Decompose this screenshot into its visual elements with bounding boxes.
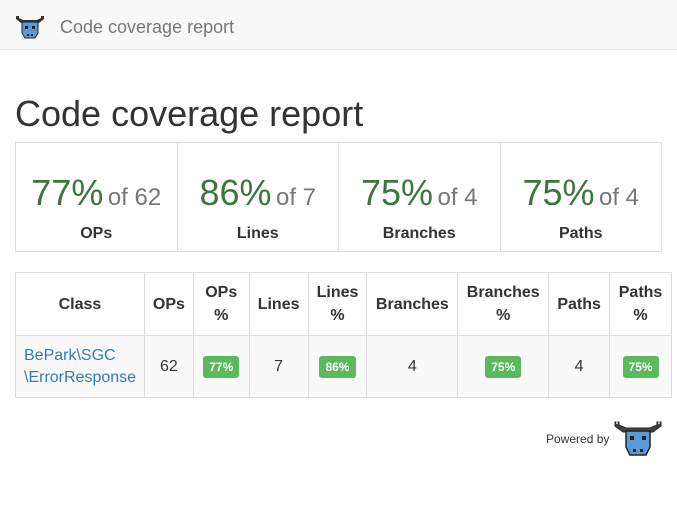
column-header-paths-percent: Paths % <box>609 272 672 336</box>
summary-card-lines: 86% of 7 Lines <box>178 143 339 251</box>
navbar: Code coverage report <box>0 0 677 50</box>
summary-label: OPs <box>80 225 113 242</box>
paths-cell: 4 <box>548 335 611 398</box>
class-link[interactable]: BePark\SGC \ErrorResponse <box>24 347 136 386</box>
column-header-lines: Lines <box>248 272 309 336</box>
summary-total: of 4 <box>437 184 478 211</box>
table-row: BePark\SGC \ErrorResponse 62 77% 7 86% 4… <box>15 335 672 398</box>
header-text: Branches <box>466 284 540 301</box>
summary-total: of 7 <box>275 184 317 211</box>
table-header-row: Class OPs OPs % Lines Lines % Branches B… <box>15 272 672 336</box>
coverage-table: Class OPs OPs % Lines Lines % Branches B… <box>15 272 672 398</box>
class-name-part: BePark\SGC <box>24 346 116 364</box>
summary-percent: 75% <box>522 172 595 213</box>
branches-percent-badge: 75% <box>485 355 522 378</box>
summary-label: Branches <box>382 225 456 242</box>
header-text: % <box>330 307 345 324</box>
column-header-lines-percent: Lines % <box>307 272 368 336</box>
branches-cell: 4 <box>366 335 459 398</box>
column-header-ops: OPs <box>143 272 194 336</box>
column-header-branches-percent: Branches % <box>457 272 550 336</box>
navbar-brand[interactable]: Code coverage report <box>60 17 234 37</box>
summary-label: Lines <box>236 225 279 242</box>
header-text: Paths <box>618 284 663 301</box>
ops-percent-cell: 77% <box>192 335 250 398</box>
summary-percent: 77% <box>31 172 104 213</box>
summary-total: of 4 <box>598 184 640 211</box>
bull-logo-icon[interactable] <box>613 418 663 460</box>
header-text: % <box>633 307 648 324</box>
summary-percent: 75% <box>360 172 434 213</box>
column-header-class: Class <box>15 272 145 336</box>
header-text: % <box>496 307 511 324</box>
ops-percent-badge: 77% <box>203 355 240 378</box>
summary-card-ops: 77% of 62 OPs <box>16 143 178 251</box>
ops-cell: 62 <box>143 335 194 398</box>
column-header-branches: Branches <box>366 272 459 336</box>
summary-card-branches: 75% of 4 Branches <box>339 143 501 251</box>
paths-percent-cell: 75% <box>609 335 672 398</box>
lines-percent-badge: 86% <box>319 355 356 378</box>
powered-by-text: Powered by <box>546 432 610 446</box>
summary-total: of 62 <box>107 184 162 211</box>
header-text: Lines <box>316 284 359 301</box>
header-text: OPs <box>205 284 238 301</box>
page-title: Code coverage report <box>15 93 364 134</box>
summary-label: Paths <box>558 225 603 242</box>
bull-logo-icon[interactable] <box>14 13 46 41</box>
branches-percent-cell: 75% <box>457 335 550 398</box>
summary-card-paths: 75% of 4 Paths <box>501 143 662 251</box>
column-header-paths: Paths <box>548 272 611 336</box>
lines-cell: 7 <box>248 335 309 398</box>
class-name-part: \ErrorResponse <box>24 368 137 386</box>
summary-percent: 86% <box>199 172 272 213</box>
lines-percent-cell: 86% <box>307 335 368 398</box>
class-cell: BePark\SGC \ErrorResponse <box>15 335 145 398</box>
paths-percent-badge: 75% <box>622 355 659 378</box>
coverage-summary: 77% of 62 OPs 86% of 7 Lines 75% of 4 Br… <box>15 142 662 252</box>
header-text: % <box>214 307 229 324</box>
column-header-ops-percent: OPs % <box>192 272 250 336</box>
